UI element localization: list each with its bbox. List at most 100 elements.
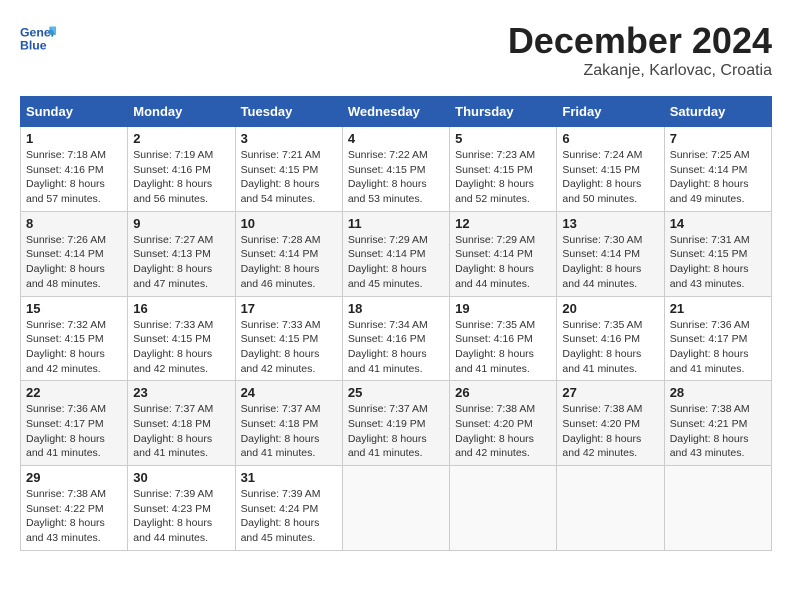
calendar-cell: 28 Sunrise: 7:38 AM Sunset: 4:21 PM Dayl… (664, 381, 771, 466)
sunset-text: Sunset: 4:14 PM (241, 248, 319, 260)
day-number: 29 (26, 470, 122, 485)
calendar-cell: 8 Sunrise: 7:26 AM Sunset: 4:14 PM Dayli… (21, 211, 128, 296)
day-info: Sunrise: 7:29 AM Sunset: 4:14 PM Dayligh… (348, 233, 444, 292)
day-number: 31 (241, 470, 337, 485)
calendar-week-row: 8 Sunrise: 7:26 AM Sunset: 4:14 PM Dayli… (21, 211, 772, 296)
sunset-text: Sunset: 4:24 PM (241, 503, 319, 515)
daylight-text: Daylight: 8 hours and 46 minutes. (241, 263, 320, 290)
day-number: 20 (562, 301, 658, 316)
sunrise-text: Sunrise: 7:33 AM (241, 319, 321, 331)
daylight-text: Daylight: 8 hours and 49 minutes. (670, 178, 749, 205)
sunrise-text: Sunrise: 7:37 AM (348, 403, 428, 415)
calendar-week-row: 29 Sunrise: 7:38 AM Sunset: 4:22 PM Dayl… (21, 466, 772, 551)
sunrise-text: Sunrise: 7:37 AM (133, 403, 213, 415)
day-info: Sunrise: 7:21 AM Sunset: 4:15 PM Dayligh… (241, 148, 337, 207)
calendar-cell: 9 Sunrise: 7:27 AM Sunset: 4:13 PM Dayli… (128, 211, 235, 296)
day-info: Sunrise: 7:18 AM Sunset: 4:16 PM Dayligh… (26, 148, 122, 207)
calendar-cell: 2 Sunrise: 7:19 AM Sunset: 4:16 PM Dayli… (128, 127, 235, 212)
calendar-table: Sunday Monday Tuesday Wednesday Thursday… (20, 96, 772, 551)
day-number: 15 (26, 301, 122, 316)
daylight-text: Daylight: 8 hours and 52 minutes. (455, 178, 534, 205)
calendar-cell: 23 Sunrise: 7:37 AM Sunset: 4:18 PM Dayl… (128, 381, 235, 466)
sunset-text: Sunset: 4:18 PM (133, 418, 211, 430)
sunset-text: Sunset: 4:15 PM (133, 333, 211, 345)
day-info: Sunrise: 7:38 AM Sunset: 4:20 PM Dayligh… (562, 402, 658, 461)
sunset-text: Sunset: 4:15 PM (241, 164, 319, 176)
calendar-cell: 19 Sunrise: 7:35 AM Sunset: 4:16 PM Dayl… (450, 296, 557, 381)
sunrise-text: Sunrise: 7:37 AM (241, 403, 321, 415)
day-info: Sunrise: 7:38 AM Sunset: 4:20 PM Dayligh… (455, 402, 551, 461)
col-tuesday: Tuesday (235, 97, 342, 127)
daylight-text: Daylight: 8 hours and 53 minutes. (348, 178, 427, 205)
sunset-text: Sunset: 4:20 PM (562, 418, 640, 430)
calendar-cell: 18 Sunrise: 7:34 AM Sunset: 4:16 PM Dayl… (342, 296, 449, 381)
sunrise-text: Sunrise: 7:31 AM (670, 234, 750, 246)
calendar-cell: 31 Sunrise: 7:39 AM Sunset: 4:24 PM Dayl… (235, 466, 342, 551)
day-number: 11 (348, 216, 444, 231)
sunset-text: Sunset: 4:19 PM (348, 418, 426, 430)
day-number: 16 (133, 301, 229, 316)
daylight-text: Daylight: 8 hours and 48 minutes. (26, 263, 105, 290)
sunset-text: Sunset: 4:14 PM (348, 248, 426, 260)
day-number: 3 (241, 131, 337, 146)
sunset-text: Sunset: 4:14 PM (562, 248, 640, 260)
calendar-cell (664, 466, 771, 551)
sunrise-text: Sunrise: 7:18 AM (26, 149, 106, 161)
calendar-week-row: 22 Sunrise: 7:36 AM Sunset: 4:17 PM Dayl… (21, 381, 772, 466)
day-number: 22 (26, 385, 122, 400)
daylight-text: Daylight: 8 hours and 44 minutes. (133, 517, 212, 544)
title-block: December 2024 Zakanje, Karlovac, Croatia (508, 20, 772, 80)
logo-icon: General Blue (20, 20, 56, 56)
calendar-cell: 21 Sunrise: 7:36 AM Sunset: 4:17 PM Dayl… (664, 296, 771, 381)
col-friday: Friday (557, 97, 664, 127)
col-monday: Monday (128, 97, 235, 127)
day-info: Sunrise: 7:32 AM Sunset: 4:15 PM Dayligh… (26, 318, 122, 377)
calendar-cell: 10 Sunrise: 7:28 AM Sunset: 4:14 PM Dayl… (235, 211, 342, 296)
daylight-text: Daylight: 8 hours and 57 minutes. (26, 178, 105, 205)
daylight-text: Daylight: 8 hours and 43 minutes. (670, 433, 749, 460)
day-number: 14 (670, 216, 766, 231)
sunset-text: Sunset: 4:15 PM (348, 164, 426, 176)
calendar-cell (450, 466, 557, 551)
sunrise-text: Sunrise: 7:38 AM (455, 403, 535, 415)
page-header: General Blue December 2024 Zakanje, Karl… (20, 20, 772, 80)
daylight-text: Daylight: 8 hours and 45 minutes. (348, 263, 427, 290)
daylight-text: Daylight: 8 hours and 41 minutes. (562, 348, 641, 375)
sunrise-text: Sunrise: 7:28 AM (241, 234, 321, 246)
day-info: Sunrise: 7:33 AM Sunset: 4:15 PM Dayligh… (241, 318, 337, 377)
day-info: Sunrise: 7:37 AM Sunset: 4:19 PM Dayligh… (348, 402, 444, 461)
calendar-cell: 24 Sunrise: 7:37 AM Sunset: 4:18 PM Dayl… (235, 381, 342, 466)
daylight-text: Daylight: 8 hours and 47 minutes. (133, 263, 212, 290)
day-info: Sunrise: 7:30 AM Sunset: 4:14 PM Dayligh… (562, 233, 658, 292)
sunset-text: Sunset: 4:13 PM (133, 248, 211, 260)
sunset-text: Sunset: 4:16 PM (348, 333, 426, 345)
day-number: 1 (26, 131, 122, 146)
sunrise-text: Sunrise: 7:29 AM (455, 234, 535, 246)
daylight-text: Daylight: 8 hours and 43 minutes. (26, 517, 105, 544)
day-number: 30 (133, 470, 229, 485)
daylight-text: Daylight: 8 hours and 41 minutes. (133, 433, 212, 460)
day-info: Sunrise: 7:23 AM Sunset: 4:15 PM Dayligh… (455, 148, 551, 207)
daylight-text: Daylight: 8 hours and 50 minutes. (562, 178, 641, 205)
sunset-text: Sunset: 4:14 PM (455, 248, 533, 260)
sunrise-text: Sunrise: 7:26 AM (26, 234, 106, 246)
calendar-cell: 15 Sunrise: 7:32 AM Sunset: 4:15 PM Dayl… (21, 296, 128, 381)
calendar-cell (342, 466, 449, 551)
sunset-text: Sunset: 4:16 PM (133, 164, 211, 176)
sunrise-text: Sunrise: 7:39 AM (241, 488, 321, 500)
day-number: 28 (670, 385, 766, 400)
col-sunday: Sunday (21, 97, 128, 127)
day-number: 24 (241, 385, 337, 400)
sunset-text: Sunset: 4:23 PM (133, 503, 211, 515)
sunrise-text: Sunrise: 7:29 AM (348, 234, 428, 246)
daylight-text: Daylight: 8 hours and 56 minutes. (133, 178, 212, 205)
calendar-cell: 11 Sunrise: 7:29 AM Sunset: 4:14 PM Dayl… (342, 211, 449, 296)
day-number: 19 (455, 301, 551, 316)
day-info: Sunrise: 7:38 AM Sunset: 4:22 PM Dayligh… (26, 487, 122, 546)
sunrise-text: Sunrise: 7:24 AM (562, 149, 642, 161)
sunrise-text: Sunrise: 7:19 AM (133, 149, 213, 161)
sunrise-text: Sunrise: 7:38 AM (26, 488, 106, 500)
day-number: 7 (670, 131, 766, 146)
day-info: Sunrise: 7:22 AM Sunset: 4:15 PM Dayligh… (348, 148, 444, 207)
day-info: Sunrise: 7:37 AM Sunset: 4:18 PM Dayligh… (133, 402, 229, 461)
